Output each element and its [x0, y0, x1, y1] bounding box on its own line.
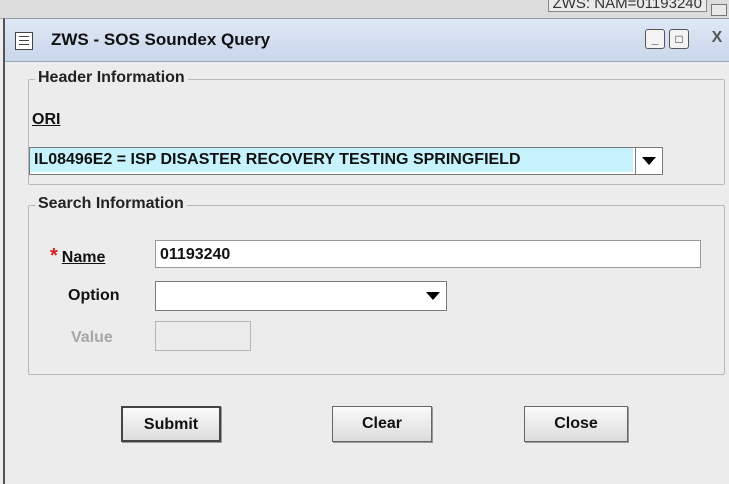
window-title: ZWS - SOS Soundex Query	[51, 30, 271, 49]
title-bar[interactable]: ZWS - SOS Soundex Query _ □ X	[5, 19, 729, 62]
option-selected-value	[156, 282, 160, 306]
submit-button[interactable]: Submit	[121, 406, 221, 442]
search-information-title: Search Information	[35, 195, 187, 213]
header-information-title: Header Information	[35, 69, 188, 87]
option-dropdown-arrow-icon[interactable]	[420, 282, 446, 310]
soundex-query-dialog: ZWS - SOS Soundex Query _ □ X Header Inf…	[3, 18, 729, 484]
ori-dropdown-arrow-icon[interactable]	[635, 148, 662, 174]
minimize-button[interactable]: _	[645, 29, 665, 49]
ori-dropdown[interactable]: IL08496E2 = ISP DISASTER RECOVERY TESTIN…	[29, 147, 663, 175]
close-window-button[interactable]: X	[709, 29, 725, 47]
background-minimize-button[interactable]	[711, 4, 727, 16]
ori-selected-value: IL08496E2 = ISP DISASTER RECOVERY TESTIN…	[30, 148, 633, 172]
close-button[interactable]: Close	[524, 406, 628, 442]
option-label: Option	[68, 287, 120, 304]
option-dropdown[interactable]	[155, 281, 447, 311]
background-window: ZWS: NAM=01193240	[0, 0, 729, 19]
required-marker: *	[50, 245, 58, 267]
name-input[interactable]: 01193240	[155, 240, 701, 268]
value-input	[155, 321, 251, 351]
background-window-title: ZWS: NAM=01193240	[547, 0, 707, 12]
clear-button[interactable]: Clear	[332, 406, 432, 442]
name-label: * Name	[50, 245, 106, 267]
maximize-button[interactable]: □	[669, 29, 689, 49]
value-label: Value	[71, 329, 113, 346]
ori-label: ORI	[32, 111, 61, 128]
app-menu-icon[interactable]	[15, 32, 33, 50]
